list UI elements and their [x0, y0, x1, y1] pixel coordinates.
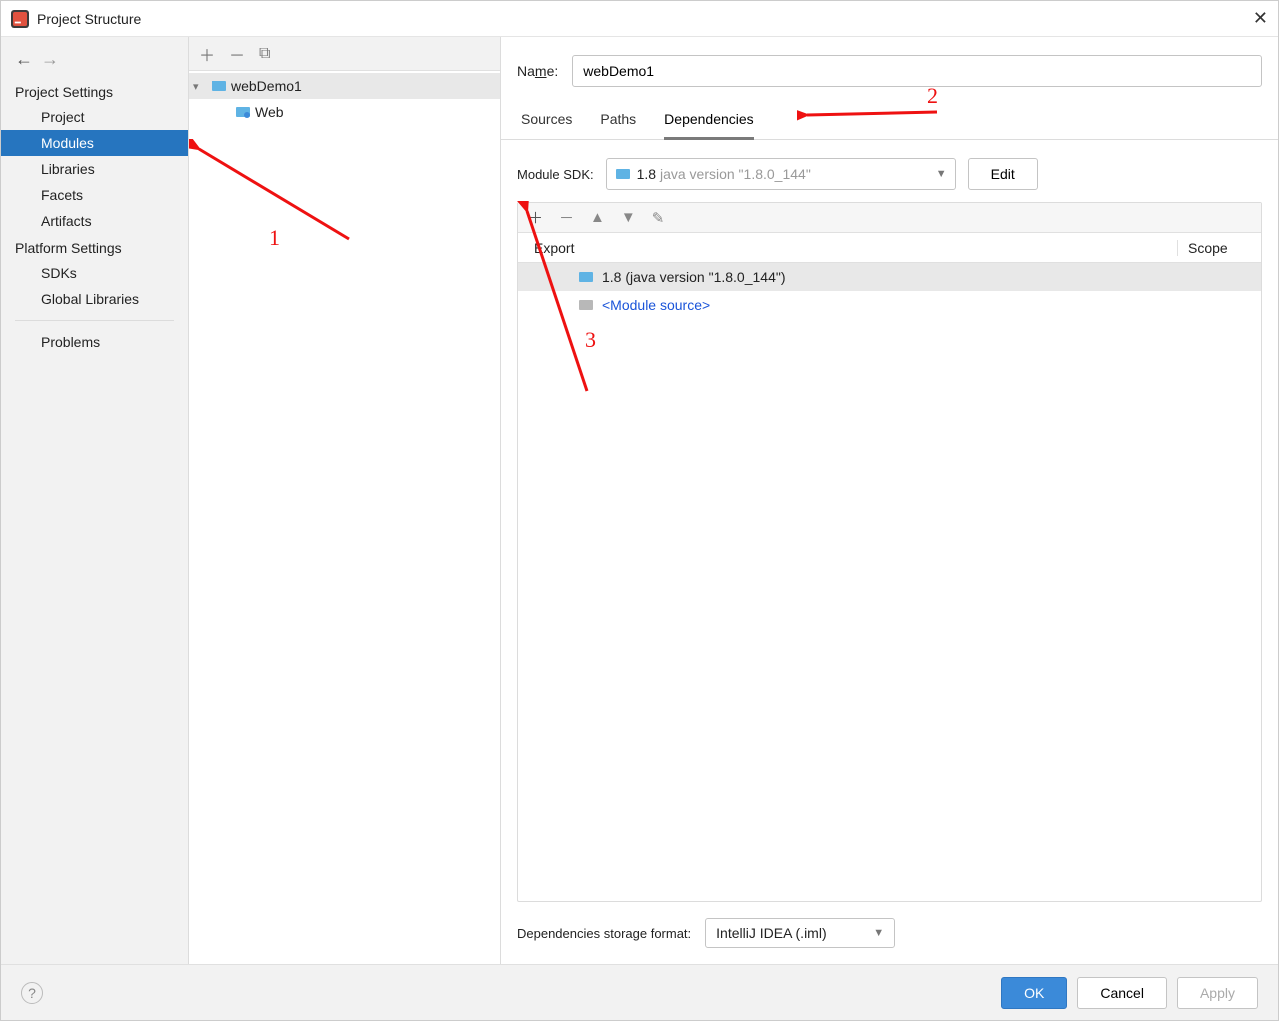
sidebar-item-libraries[interactable]: Libraries — [1, 156, 188, 182]
dep-header: Export Scope — [518, 233, 1261, 263]
web-icon — [235, 104, 251, 120]
tab-dependencies[interactable]: Dependencies — [664, 111, 754, 140]
dependencies-pane: ＋ － ▲ ▼ ✎ Export Scope 1.8 (java version… — [517, 202, 1262, 902]
window-title: Project Structure — [37, 11, 141, 27]
apply-button[interactable]: Apply — [1177, 977, 1258, 1009]
cancel-button[interactable]: Cancel — [1077, 977, 1167, 1009]
sidebar-item-project[interactable]: Project — [1, 104, 188, 130]
close-icon[interactable]: ✕ — [1253, 8, 1268, 29]
tree-row-root[interactable]: ▾ webDemo1 — [189, 73, 500, 99]
folder-icon — [578, 297, 594, 313]
col-export-header: Export — [518, 240, 1177, 256]
chevron-down-icon: ▼ — [936, 168, 947, 180]
forward-icon[interactable]: → — [41, 49, 59, 70]
chevron-down-icon: ▼ — [873, 927, 884, 939]
dep-up-icon[interactable]: ▲ — [590, 209, 605, 226]
storage-combo[interactable]: IntelliJ IDEA (.iml) ▼ — [705, 918, 895, 948]
edit-button[interactable]: Edit — [968, 158, 1038, 190]
back-icon[interactable]: ← — [15, 49, 33, 70]
sidebar-item-artifacts[interactable]: Artifacts — [1, 208, 188, 234]
module-icon — [211, 78, 227, 94]
sdk-label: Module SDK: — [517, 167, 594, 182]
sdk-row: Module SDK: 1.8 java version "1.8.0_144"… — [501, 140, 1278, 202]
ok-button[interactable]: OK — [1001, 977, 1067, 1009]
dep-list[interactable]: 1.8 (java version "1.8.0_144") <Module s… — [518, 263, 1261, 901]
dep-toolbar: ＋ － ▲ ▼ ✎ — [518, 203, 1261, 233]
tree-web-label: Web — [255, 104, 284, 120]
app-icon — [11, 10, 29, 28]
sidebar-item-problems[interactable]: Problems — [1, 329, 188, 355]
tab-sources[interactable]: Sources — [521, 111, 572, 139]
right-panel: Name: Sources Paths Dependencies Module … — [501, 37, 1278, 964]
dep-row-module-source-label: <Module source> — [602, 297, 710, 313]
chevron-down-icon[interactable]: ▾ — [193, 80, 207, 93]
section-platform-settings: Platform Settings — [1, 234, 188, 260]
sdk-select[interactable]: 1.8 java version "1.8.0_144" ▼ — [606, 158, 956, 190]
dep-row-sdk-label: 1.8 (java version "1.8.0_144") — [602, 269, 786, 285]
divider — [15, 320, 174, 321]
tabs: Sources Paths Dependencies — [501, 93, 1278, 140]
tree-row-web[interactable]: Web — [189, 99, 500, 125]
nav-arrows: ← → — [1, 43, 188, 78]
remove-icon[interactable]: － — [229, 42, 245, 66]
sidebar-item-facets[interactable]: Facets — [1, 182, 188, 208]
module-tree-pane: ＋ － ⧉ ▾ webDemo1 Web — [189, 37, 501, 964]
sidebar-item-sdks[interactable]: SDKs — [1, 260, 188, 286]
copy-icon[interactable]: ⧉ — [259, 45, 270, 63]
sidebar-item-modules[interactable]: Modules — [1, 130, 188, 156]
dep-row-module-source[interactable]: <Module source> — [518, 291, 1261, 319]
folder-icon — [578, 269, 594, 285]
sidebar-item-global-libraries[interactable]: Global Libraries — [1, 286, 188, 312]
storage-label: Dependencies storage format: — [517, 926, 691, 941]
tree-root-label: webDemo1 — [231, 78, 302, 94]
section-project-settings: Project Settings — [1, 78, 188, 104]
dep-add-icon[interactable]: ＋ — [528, 207, 543, 228]
col-scope-header: Scope — [1177, 240, 1261, 256]
tree-toolbar: ＋ － ⧉ — [189, 37, 500, 71]
titlebar: Project Structure ✕ — [1, 1, 1278, 37]
module-tree[interactable]: ▾ webDemo1 Web — [189, 71, 500, 964]
storage-value: IntelliJ IDEA (.iml) — [716, 925, 826, 941]
dep-edit-icon[interactable]: ✎ — [652, 209, 665, 227]
dep-down-icon[interactable]: ▼ — [621, 209, 636, 226]
storage-row: Dependencies storage format: IntelliJ ID… — [501, 902, 1278, 964]
project-structure-window: Project Structure ✕ ← → Project Settings… — [0, 0, 1279, 1021]
footer: ? OK Cancel Apply — [1, 964, 1278, 1020]
name-label: Name: — [517, 63, 558, 79]
sdk-value: 1.8 java version "1.8.0_144" — [637, 166, 811, 182]
help-icon[interactable]: ? — [21, 982, 43, 1004]
sdk-icon — [615, 166, 631, 182]
name-input[interactable] — [572, 55, 1262, 87]
add-icon[interactable]: ＋ — [199, 42, 215, 66]
dep-row-sdk[interactable]: 1.8 (java version "1.8.0_144") — [518, 263, 1261, 291]
tab-paths[interactable]: Paths — [600, 111, 636, 139]
sidebar: ← → Project Settings Project Modules Lib… — [1, 37, 189, 964]
dep-remove-icon[interactable]: － — [559, 207, 574, 228]
name-row: Name: — [501, 37, 1278, 93]
